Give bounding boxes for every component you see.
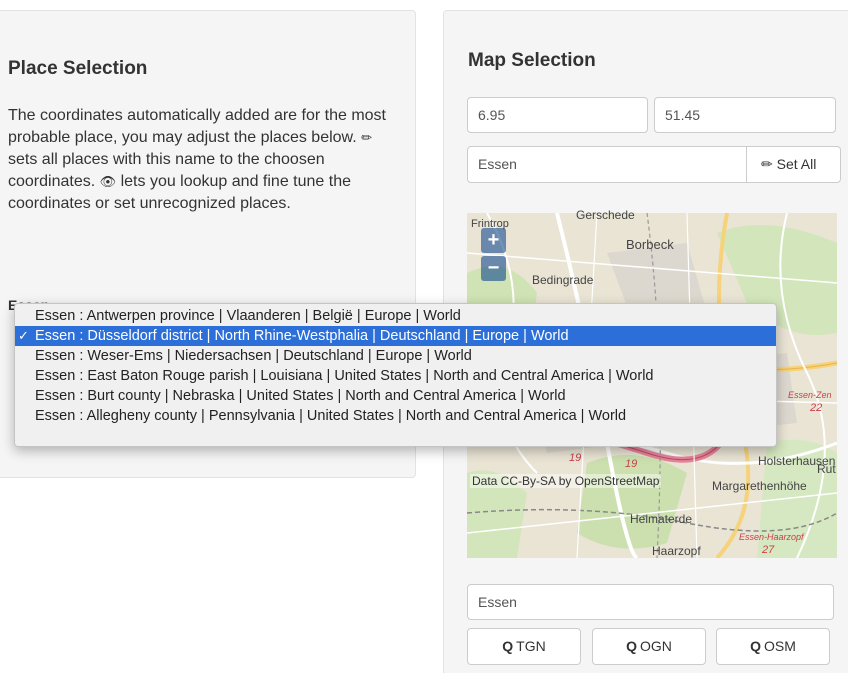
search-icon: Q (750, 638, 761, 654)
dropdown-option[interactable]: Essen : Antwerpen province | Vlaanderen … (15, 306, 776, 326)
map-label-essen-haarzopf: Essen-Haarzopf (739, 532, 804, 542)
place-search-field[interactable]: Essen (467, 584, 834, 620)
option-label: Essen : Düsseldorf district | North Rhin… (35, 328, 569, 344)
dropdown-option-selected[interactable]: ✓ Essen : Düsseldorf district | North Rhi… (15, 326, 776, 346)
map-label-road-27: 27 (762, 544, 775, 556)
description-text-1: The coordinates automatically added are … (8, 107, 386, 146)
map-attribution: Data CC-By-SA by OpenStreetMap (470, 474, 662, 488)
search-icon: Q (626, 638, 637, 654)
pencil-icon: ✏ (361, 130, 373, 145)
map-label-bedingrade: Bedingrade (532, 273, 594, 287)
search-tgn-label: TGN (516, 638, 546, 654)
zoom-in-button[interactable]: + (481, 228, 506, 253)
option-label: Essen : Allegheny county | Pennsylvania … (35, 408, 627, 424)
map-label-road-19a: 19 (569, 452, 582, 464)
map-label-borbeck: Borbeck (626, 237, 674, 252)
option-label: Essen : Weser-Ems | Niedersachsen | Deut… (35, 348, 472, 364)
search-osm-label: OSM (764, 638, 796, 654)
map-label-gerschede: Gerschede (576, 208, 635, 222)
eye-icon: 👁 (99, 174, 117, 189)
place-selection-description: The coordinates automatically added are … (8, 105, 400, 215)
search-tgn-button[interactable]: Q TGN (467, 628, 581, 665)
search-icon: Q (502, 638, 514, 654)
map-label-heimaterde: Heimaterde (630, 512, 693, 526)
map-label-haarzopf: Haarzopf (652, 544, 701, 558)
option-label: Essen : Burt county | Nebraska | United … (35, 388, 566, 404)
map-label-road-22: 22 (810, 402, 823, 414)
dropdown-option[interactable]: Essen : Burt county | Nebraska | United … (15, 386, 776, 406)
checkmark-icon: ✓ (18, 328, 29, 343)
option-label: Essen : East Baton Rouge parish | Louisi… (35, 368, 654, 384)
map-label-margarethenhohe: Margarethenhöhe (712, 479, 807, 493)
search-ogn-label: OGN (640, 638, 672, 654)
place-selection-title: Place Selection (8, 58, 148, 79)
map-label-road-19b: 19 (625, 458, 638, 470)
map-label-essen-zen: Essen-Zen (788, 390, 832, 400)
map-label-rut: Rut (817, 462, 836, 476)
dropdown-option[interactable]: Essen : Weser-Ems | Niedersachsen | Deut… (15, 346, 776, 366)
dropdown-option[interactable]: Essen : Allegheny county | Pennsylvania … (15, 406, 776, 426)
map-selection-title: Map Selection (468, 50, 596, 71)
longitude-field[interactable]: 6.95 (467, 97, 648, 133)
page: Place Selection The coordinates automati… (0, 0, 848, 673)
set-all-button[interactable]: ✏ Set All (746, 146, 841, 183)
set-all-label: Set All (776, 156, 817, 172)
dropdown-option[interactable]: Essen : East Baton Rouge parish | Louisi… (15, 366, 776, 386)
pencil-icon: ✏ (761, 156, 773, 172)
search-ogn-button[interactable]: Q OGN (592, 628, 706, 665)
place-name-field[interactable]: Essen (467, 146, 747, 183)
latitude-field[interactable]: 51.45 (654, 97, 836, 133)
option-label: Essen : Antwerpen province | Vlaanderen … (35, 308, 461, 324)
place-select-dropdown[interactable]: Essen : Antwerpen province | Vlaanderen … (14, 303, 777, 447)
search-osm-button[interactable]: Q OSM (716, 628, 830, 665)
zoom-out-button[interactable]: − (481, 256, 506, 281)
